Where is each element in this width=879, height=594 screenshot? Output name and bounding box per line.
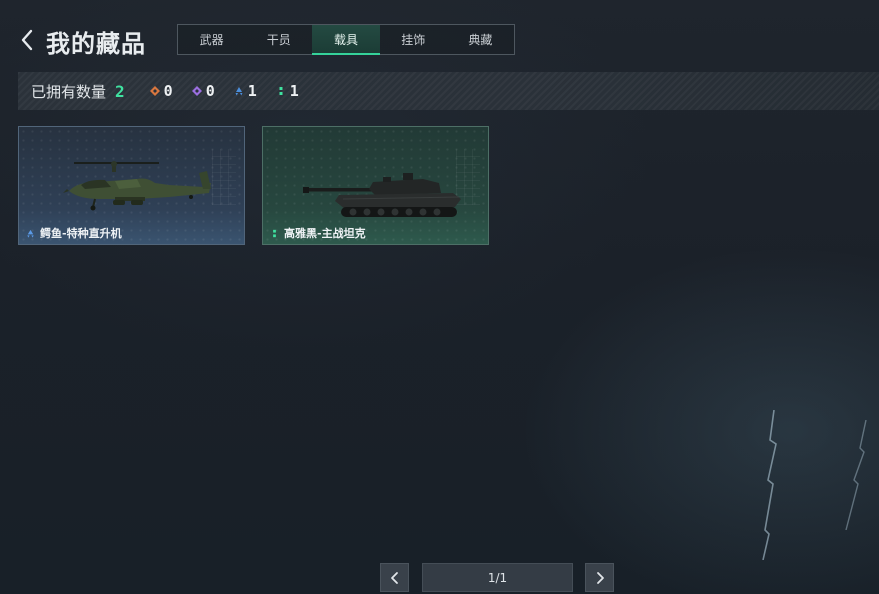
orange-diamond-rarity-icon — [149, 86, 160, 96]
back-button[interactable] — [18, 28, 38, 52]
green-dots-rarity-icon — [279, 87, 283, 95]
blue-triangle-rarity-icon — [235, 87, 243, 96]
prev-page-button[interactable] — [380, 563, 409, 592]
blue-triangle-rarity-icon — [27, 229, 34, 238]
green-dots-rarity-icon — [273, 229, 276, 237]
helicopter-image — [63, 161, 211, 211]
owned-count-total: 2 — [115, 81, 125, 101]
tab-charms[interactable]: 挂饰 — [380, 25, 447, 54]
pagination: 1/1 — [380, 563, 615, 592]
page-indicator: 1/1 — [422, 563, 573, 592]
lightning-decoration — [845, 420, 867, 530]
chevron-right-icon — [596, 571, 604, 584]
vehicle-name: 鳄鱼-特种直升机 — [40, 227, 122, 240]
next-page-button[interactable] — [585, 563, 614, 592]
rarity-count-purple: 0 — [191, 82, 215, 100]
tab-collection[interactable]: 典藏 — [447, 25, 514, 54]
tab-label: 载具 — [334, 33, 359, 47]
tab-label: 典藏 — [468, 33, 493, 47]
owned-count-label: 已拥有数量 — [31, 82, 107, 101]
lightning-decoration — [762, 410, 777, 560]
rarity-count-green: 1 — [275, 82, 299, 100]
purple-diamond-rarity-icon — [191, 86, 202, 96]
tab-weapons[interactable]: 武器 — [178, 25, 245, 54]
rarity-count-orange: 0 — [149, 82, 173, 100]
tab-label: 干员 — [266, 33, 291, 47]
card-label: 鳄鱼-特种直升机 — [25, 225, 122, 241]
rarity-count-value: 1 — [289, 82, 299, 100]
vehicle-card[interactable]: 高雅黑-主战坦克 — [262, 126, 489, 245]
owned-count-bar: 已拥有数量 2 0 0 1 1 — [18, 72, 879, 110]
rarity-count-value: 0 — [205, 82, 215, 100]
tab-label: 挂饰 — [401, 33, 426, 47]
header: 我的藏品 武器 干员 载具 挂饰 典藏 — [0, 0, 879, 70]
rarity-count-blue: 1 — [233, 82, 257, 100]
vehicle-name: 高雅黑-主战坦克 — [284, 227, 366, 240]
chevron-left-icon — [21, 29, 33, 51]
tab-operators[interactable]: 干员 — [245, 25, 312, 54]
chevron-left-icon — [390, 571, 398, 584]
category-tabs: 武器 干员 载具 挂饰 典藏 — [177, 24, 515, 55]
tank-image — [303, 173, 461, 217]
vehicle-card[interactable]: 鳄鱼-特种直升机 — [18, 126, 245, 245]
page-title: 我的藏品 — [46, 30, 146, 58]
card-label: 高雅黑-主战坦克 — [269, 225, 366, 241]
rarity-count-value: 1 — [247, 82, 257, 100]
rarity-count-value: 0 — [163, 82, 173, 100]
tab-label: 武器 — [199, 33, 224, 47]
tab-vehicles[interactable]: 载具 — [312, 25, 380, 55]
